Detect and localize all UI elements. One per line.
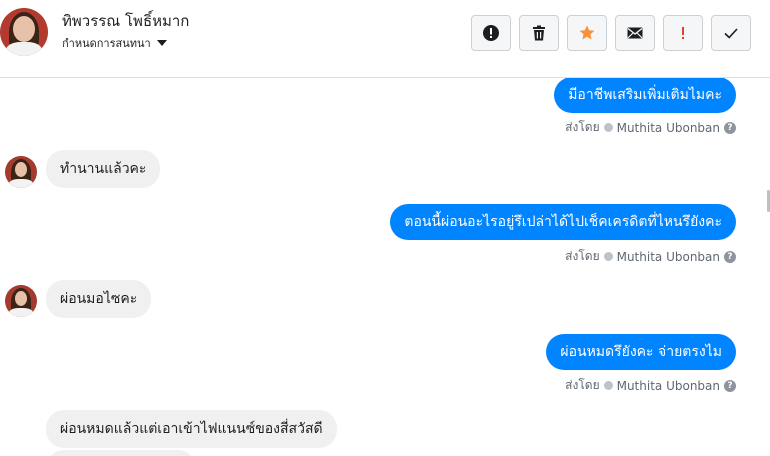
- help-icon[interactable]: ?: [724, 250, 736, 263]
- message-outgoing[interactable]: มีอาชีพเสริมเพิ่มเติมไมคะ: [554, 78, 736, 113]
- message-incoming[interactable]: ผ่อนหมดแล้วแต่เอาเข้าไฟแนนซ์ของสี่สวัสดี: [46, 410, 337, 448]
- sent-by-label: ส่งโดย Muthita Ubonban ?: [565, 376, 736, 395]
- user-name[interactable]: ทิพวรรณ โพธิ์หมาก: [62, 9, 189, 33]
- sender-name[interactable]: Muthita Ubonban: [617, 379, 720, 393]
- mark-done-button[interactable]: [711, 15, 751, 51]
- report-icon: [483, 25, 499, 41]
- message-thread[interactable]: มีอาชีพเสริมเพิ่มเติมไมคะ ส่งโดย Muthita…: [0, 78, 770, 456]
- sent-by-prefix: ส่งโดย: [565, 378, 600, 392]
- sent-by-label: ส่งโดย Muthita Ubonban ?: [565, 247, 736, 266]
- help-icon[interactable]: ?: [724, 379, 736, 392]
- mail-button[interactable]: [615, 15, 655, 51]
- star-icon: [579, 25, 595, 40]
- check-icon: [724, 28, 738, 39]
- important-button[interactable]: [663, 15, 703, 51]
- sender-name[interactable]: Muthita Ubonban: [617, 121, 720, 135]
- user-avatar[interactable]: [0, 8, 48, 56]
- mail-icon: [627, 27, 643, 39]
- contact-avatar[interactable]: [5, 156, 37, 188]
- conversation-settings-dropdown[interactable]: กำหนดการสนทนา: [62, 34, 167, 52]
- sent-check-icon: [603, 381, 613, 390]
- sender-name[interactable]: Muthita Ubonban: [617, 250, 720, 264]
- message-incoming-partial[interactable]: [46, 450, 196, 456]
- sent-by-label: ส่งโดย Muthita Ubonban ?: [565, 118, 736, 137]
- sent-check-icon: [603, 252, 613, 261]
- important-icon: [682, 27, 684, 39]
- message-incoming[interactable]: ทำนานแล้วคะ: [46, 150, 161, 188]
- trash-icon: [533, 25, 545, 41]
- message-incoming[interactable]: ผ่อนมอไซคะ: [46, 280, 152, 318]
- message-outgoing[interactable]: ตอนนี้ผ่อนอะไรอยู่รึเปล่าได้ไปเช็คเครดิต…: [390, 204, 736, 240]
- report-button[interactable]: [471, 15, 511, 51]
- message-outgoing[interactable]: ผ่อนหมดรึยังคะ จ่ายตรงไม: [546, 334, 736, 370]
- conversation-header: ทิพวรรณ โพธิ์หมาก กำหนดการสนทนา: [0, 0, 770, 78]
- sent-check-icon: [603, 123, 613, 132]
- star-button[interactable]: [567, 15, 607, 51]
- contact-avatar[interactable]: [5, 285, 37, 317]
- sent-by-prefix: ส่งโดย: [565, 120, 600, 134]
- delete-button[interactable]: [519, 15, 559, 51]
- sent-by-prefix: ส่งโดย: [565, 249, 600, 263]
- action-toolbar: [471, 15, 751, 51]
- chevron-down-icon: [156, 40, 167, 46]
- help-icon[interactable]: ?: [724, 121, 736, 134]
- conversation-settings-label: กำหนดการสนทนา: [62, 37, 151, 50]
